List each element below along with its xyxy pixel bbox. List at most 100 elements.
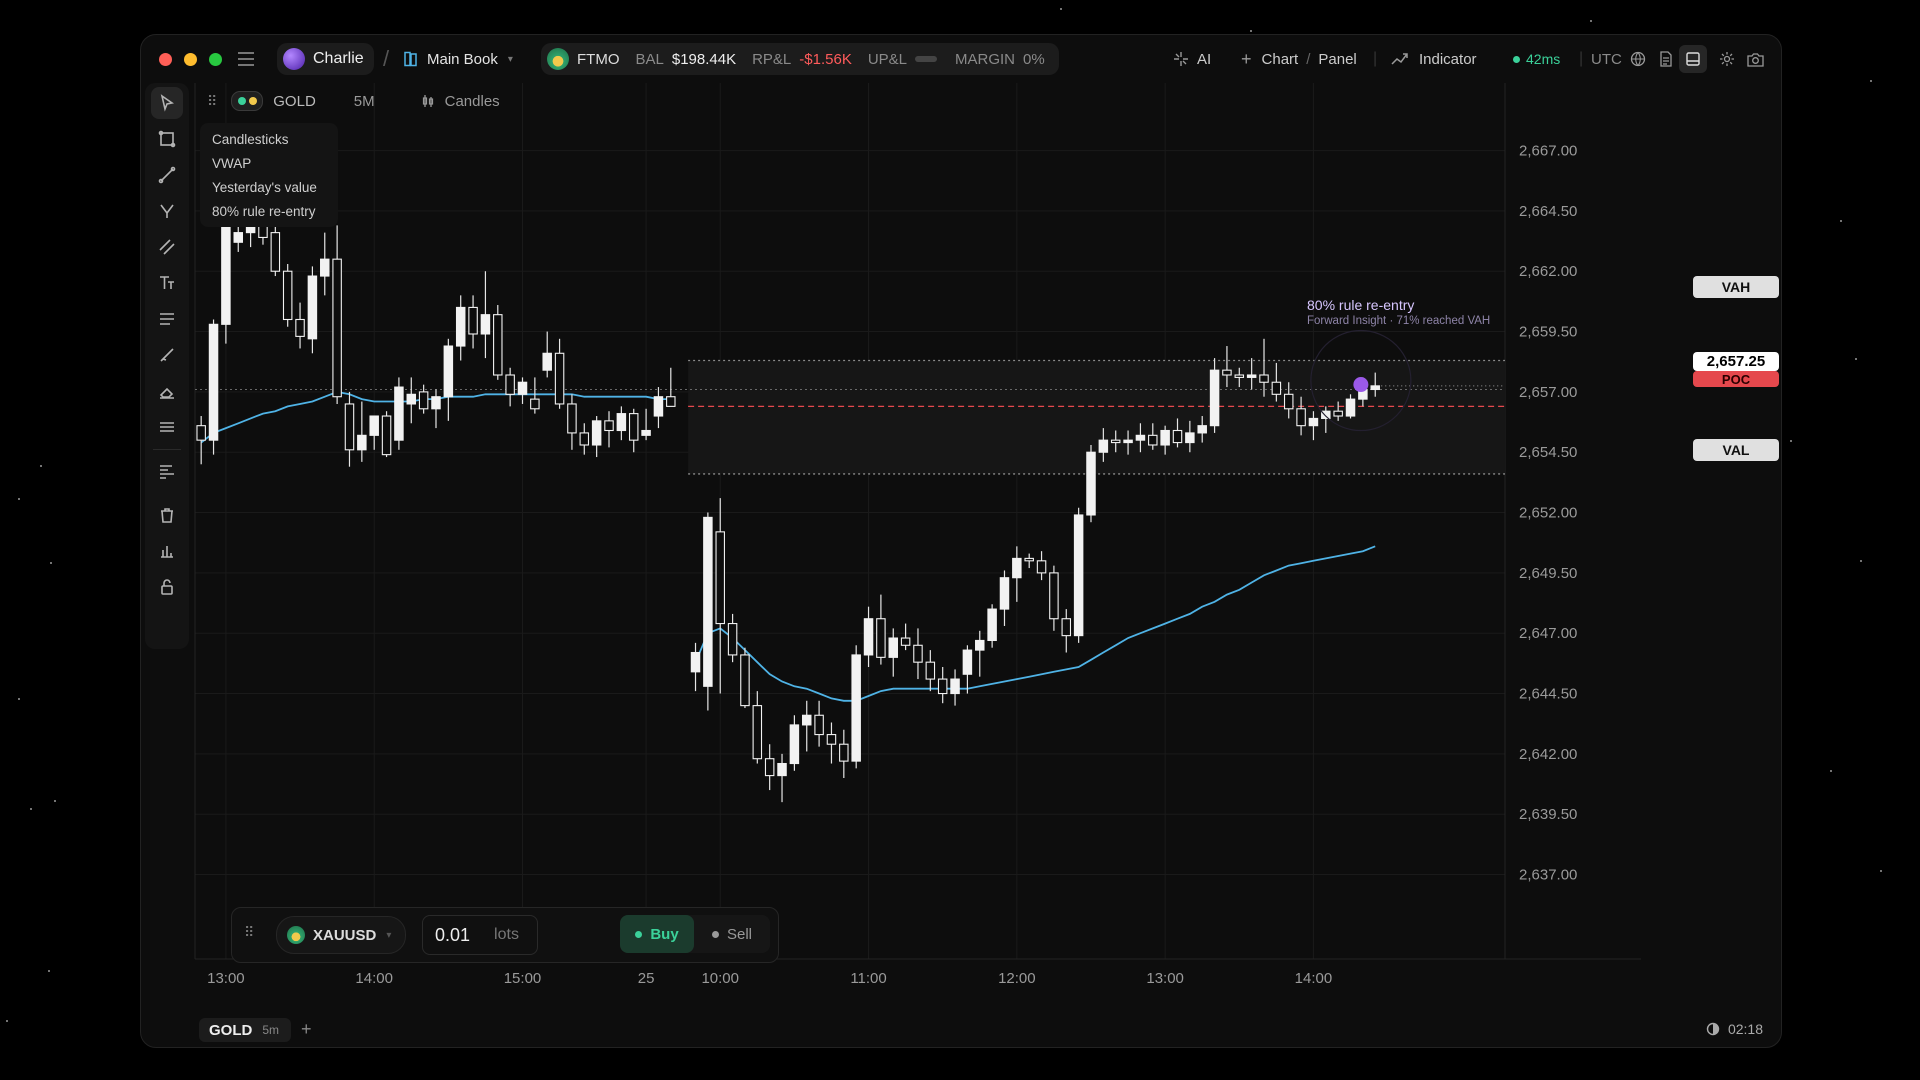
add-chart-button[interactable]: Chart bbox=[1262, 51, 1299, 68]
candle-body bbox=[394, 386, 404, 441]
lots-input[interactable]: 0.01 lots bbox=[422, 915, 538, 955]
brush-tool-icon[interactable] bbox=[151, 339, 183, 371]
price-chart[interactable]: 2,667.00 2,664.50 2,662.00 2,659.50 2,657.00… bbox=[193, 83, 1641, 993]
book-name: Main Book bbox=[427, 50, 498, 68]
cursor-tool-icon[interactable] bbox=[151, 87, 183, 119]
lines-tool-icon[interactable] bbox=[151, 303, 183, 335]
candle bbox=[332, 225, 342, 404]
ftmo-logo-icon bbox=[547, 48, 569, 70]
add-tab-button[interactable]: + bbox=[301, 1019, 312, 1040]
candle bbox=[740, 647, 750, 709]
chart-tab-gold[interactable]: GOLD 5m bbox=[199, 1018, 291, 1042]
drag-handle-icon[interactable]: ⠿ bbox=[207, 93, 217, 110]
candle bbox=[975, 630, 985, 677]
buy-button[interactable]: Buy bbox=[620, 915, 694, 953]
gear-icon[interactable] bbox=[1719, 35, 1735, 83]
candle-body bbox=[1160, 429, 1170, 446]
user-switcher[interactable]: Charlie bbox=[277, 43, 374, 75]
shape-tool-icon[interactable] bbox=[151, 123, 183, 155]
insight-annotation[interactable]: 80% rule re-entry Forward Insight · 71% … bbox=[1307, 297, 1490, 327]
candle bbox=[764, 744, 775, 791]
layout-icon[interactable] bbox=[1679, 45, 1707, 73]
candle-body bbox=[1197, 425, 1207, 434]
candle bbox=[1073, 507, 1084, 643]
sparkle-icon bbox=[1174, 52, 1188, 66]
candle-body bbox=[900, 637, 911, 646]
candle-body bbox=[1073, 514, 1084, 637]
legend-candlesticks[interactable]: Candlesticks bbox=[200, 127, 338, 151]
candle-body bbox=[1036, 560, 1047, 574]
legend-80-rule[interactable]: 80% rule re-entry bbox=[200, 199, 338, 223]
lock-icon[interactable] bbox=[151, 571, 183, 603]
candle bbox=[703, 512, 713, 711]
trend-line-tool-icon[interactable] bbox=[151, 159, 183, 191]
candle-body bbox=[628, 413, 639, 441]
candle bbox=[888, 628, 899, 677]
insight-title: 80% rule re-entry bbox=[1307, 297, 1415, 313]
indicator-button[interactable]: Indicator bbox=[1391, 35, 1477, 83]
candle-body bbox=[999, 577, 1010, 610]
candle-body bbox=[431, 396, 441, 410]
candle-body bbox=[221, 217, 231, 325]
candle-body bbox=[208, 323, 219, 441]
chart-symbol[interactable]: GOLD bbox=[273, 93, 316, 110]
candle bbox=[777, 753, 787, 803]
maximize-window-button[interactable] bbox=[209, 53, 222, 66]
candle bbox=[876, 594, 886, 665]
candle bbox=[1049, 565, 1059, 631]
measure-tool-icon[interactable] bbox=[151, 535, 183, 567]
align-tool-icon[interactable] bbox=[151, 455, 183, 487]
candle bbox=[369, 415, 379, 450]
channel-tool-icon[interactable] bbox=[151, 231, 183, 263]
minimize-window-button[interactable] bbox=[184, 53, 197, 66]
clock-value: 02:18 bbox=[1727, 1021, 1763, 1037]
eraser-tool-icon[interactable] bbox=[151, 375, 183, 407]
drag-handle-icon[interactable]: ⠿ bbox=[244, 924, 254, 941]
menu-icon[interactable] bbox=[237, 35, 255, 83]
candle-body bbox=[1222, 369, 1232, 376]
settings-sliders-icon[interactable] bbox=[151, 411, 183, 443]
candle bbox=[394, 377, 404, 450]
value-area-zone bbox=[688, 360, 1505, 474]
ftmo-logo-icon bbox=[287, 926, 305, 944]
candle-body bbox=[1049, 572, 1059, 620]
sell-button[interactable]: Sell bbox=[694, 915, 770, 953]
symbol-selector[interactable]: XAUUSD ▾ bbox=[276, 916, 406, 954]
timezone-selector[interactable]: UTC bbox=[1591, 35, 1646, 83]
legend-yesterdays-value[interactable]: Yesterday's value bbox=[200, 175, 338, 199]
candle bbox=[579, 423, 590, 455]
vah-label: VAH bbox=[1693, 276, 1779, 298]
realized-pnl-label: RP&L bbox=[752, 50, 792, 68]
candle-body bbox=[740, 654, 750, 707]
candle-body bbox=[950, 678, 960, 695]
candle-body bbox=[1110, 439, 1121, 444]
chart-interval[interactable]: 5M bbox=[354, 93, 375, 110]
ai-button[interactable]: AI bbox=[1173, 35, 1211, 83]
y-tick-label: 2,652.00 bbox=[1519, 505, 1577, 522]
divider: | bbox=[1579, 50, 1584, 67]
fork-tool-icon[interactable] bbox=[151, 195, 183, 227]
candle-body bbox=[455, 306, 466, 347]
avatar bbox=[283, 48, 305, 70]
timezone-label: UTC bbox=[1591, 50, 1622, 68]
candle-body bbox=[369, 415, 379, 436]
close-window-button[interactable] bbox=[159, 53, 172, 66]
add-panel-button[interactable]: Panel bbox=[1318, 51, 1356, 68]
candle-body bbox=[1024, 557, 1034, 562]
document-icon[interactable] bbox=[1659, 35, 1673, 83]
trash-icon[interactable] bbox=[151, 499, 183, 531]
candle bbox=[814, 700, 824, 747]
text-tool-icon[interactable] bbox=[151, 267, 183, 299]
candle bbox=[839, 729, 849, 779]
candle-body bbox=[987, 608, 997, 642]
chart-style[interactable]: Candles bbox=[445, 93, 500, 110]
unrealized-pnl-label: UP&L bbox=[867, 50, 908, 68]
account-summary[interactable]: FTMO BAL $198.44K RP&L -$1.56K UP&L MARG… bbox=[541, 43, 1059, 75]
candle-body bbox=[1234, 374, 1245, 378]
camera-icon[interactable] bbox=[1747, 35, 1764, 83]
book-selector[interactable]: Main Book ▾ bbox=[403, 35, 513, 83]
candle-body bbox=[406, 393, 417, 405]
lots-unit: lots bbox=[494, 926, 519, 943]
legend-vwap[interactable]: VWAP bbox=[200, 151, 338, 175]
candle bbox=[1012, 546, 1022, 602]
